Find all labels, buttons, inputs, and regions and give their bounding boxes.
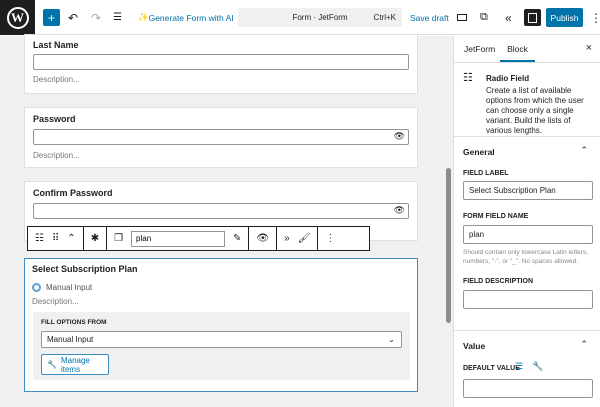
field-description-input[interactable]	[463, 290, 593, 309]
fill-options-label: FILL OPTIONS FROM	[41, 319, 107, 326]
field-description: Description...	[33, 75, 80, 84]
redo-button[interactable]: ↷	[91, 9, 101, 26]
wordpress-icon: W	[6, 6, 29, 29]
field-name-input[interactable]: plan	[463, 225, 593, 244]
wordpress-logo[interactable]: W	[0, 0, 35, 35]
style-group: » 🖌	[277, 227, 319, 250]
chevron-down-icon: ⌄	[388, 335, 395, 344]
copy-icon[interactable]: ❐	[114, 233, 123, 244]
command-palette[interactable]: Form · JetForm Ctrl+K	[238, 8, 402, 27]
block-options-button[interactable]: ⋮	[318, 227, 342, 250]
field-description: Description...	[32, 297, 79, 306]
confirm-password-input[interactable]: 👁	[33, 203, 409, 219]
wrench-icon[interactable]: 🔧	[532, 361, 543, 372]
password-input[interactable]: 👁	[33, 129, 409, 145]
settings-sidebar-toggle[interactable]	[524, 9, 541, 26]
chevron-up-icon[interactable]: ⌃	[580, 339, 588, 350]
field-name-input[interactable]	[131, 230, 226, 247]
radio-option[interactable]: Manual Input	[32, 283, 92, 292]
value-panel-title[interactable]: Value	[463, 341, 485, 351]
collapse-icon[interactable]: «	[505, 9, 512, 26]
required-button[interactable]: ✱	[84, 227, 108, 250]
tab-jetform[interactable]: JetForm	[464, 44, 495, 54]
manage-items-label: Manage items	[60, 355, 90, 374]
eye-icon[interactable]: 👁	[394, 205, 405, 216]
eye-icon: 👁	[256, 233, 270, 244]
field-label: Password	[33, 114, 76, 124]
view-external-icon[interactable]: ⧉	[480, 9, 488, 26]
radio-field-icon: ☷	[463, 72, 473, 84]
database-icon[interactable]: ☰	[515, 361, 523, 372]
close-icon[interactable]: ×	[586, 42, 592, 54]
manage-items-button[interactable]: 🔧 Manage items	[41, 354, 109, 375]
drag-handle-icon[interactable]: ⠿	[52, 233, 59, 244]
field-description: Description...	[33, 151, 80, 160]
field-label: Select Subscription Plan	[32, 264, 138, 274]
radio-option-label: Manual Input	[46, 283, 93, 292]
document-title: Form · JetForm	[292, 13, 348, 22]
default-value-input[interactable]	[463, 379, 593, 398]
magic-wand-icon: ✨	[138, 12, 149, 22]
field-label: Confirm Password	[33, 188, 113, 198]
field-label-input[interactable]: Select Subscription Plan	[463, 181, 593, 200]
add-block-button[interactable]: +	[43, 9, 60, 26]
field-name-help: Should contain only lowercase Latin lett…	[463, 249, 589, 265]
field-description-label: FIELD DESCRIPTION	[463, 278, 534, 285]
last-name-input[interactable]	[33, 54, 409, 70]
document-overview-button[interactable]: ☰	[113, 9, 122, 26]
radio-icon	[32, 283, 41, 292]
more-options-button[interactable]: ⋮	[590, 9, 600, 26]
more-vertical-icon: ⋮	[325, 233, 336, 244]
block-title: Radio Field	[486, 74, 530, 83]
edit-magic-icon[interactable]: ✎	[233, 233, 241, 244]
generate-label: Generate Form with AI	[148, 12, 234, 23]
asterisk-icon: ✱	[90, 233, 100, 244]
brush-icon[interactable]: 🖌	[298, 233, 311, 244]
block-toolbar: ☷⠿⌃ ✱ ❐✎ 👁 »🖌 ⋮	[27, 226, 370, 251]
field-label-label: FIELD LABEL	[463, 170, 509, 177]
general-panel-title[interactable]: General	[463, 147, 495, 157]
block-description: Create a list of available options from …	[486, 86, 584, 135]
settings-sidebar: JetForm Block × ☷ Radio Field Create a l…	[453, 36, 600, 407]
generate-form-ai-button[interactable]: ✨ Generate Form with AI	[138, 9, 234, 26]
top-toolbar: W + ↶ ↷ ☰ ✨ Generate Form with AI Form · …	[0, 0, 600, 35]
preview-device-icon[interactable]	[455, 9, 469, 26]
radio-field-icon[interactable]: ☷	[35, 233, 44, 244]
shortcut-hint: Ctrl+K	[373, 13, 396, 22]
scrollbar-thumb[interactable]	[446, 168, 451, 323]
default-value-label: DEFAULT VALUE	[463, 365, 520, 372]
last-name-field-block[interactable]: Last Name Description...	[24, 34, 418, 94]
undo-button[interactable]: ↶	[68, 9, 78, 26]
tab-block[interactable]: Block	[500, 36, 535, 62]
publish-button[interactable]: Publish	[546, 8, 583, 27]
password-field-block[interactable]: Password 👁 Description...	[24, 107, 418, 168]
save-draft-button[interactable]: Save draft	[410, 9, 449, 26]
wrench-icon: 🔧	[47, 360, 57, 369]
fill-options-panel: FILL OPTIONS FROM Manual Input ⌄ 🔧 Manage …	[33, 312, 410, 380]
eye-icon[interactable]: 👁	[394, 131, 405, 142]
select-value: Manual Input	[47, 335, 94, 344]
block-type-group: ☷ ⠿ ⌃	[28, 227, 84, 250]
double-chevron-icon[interactable]: »	[284, 233, 290, 244]
radio-field-block[interactable]: Select Subscription Plan Manual Input De…	[24, 258, 418, 392]
move-up-down-icon[interactable]: ⌃	[67, 233, 75, 244]
field-name-label: FORM FIELD NAME	[463, 213, 529, 220]
field-label: Last Name	[33, 40, 79, 50]
visibility-button[interactable]: 👁	[249, 227, 278, 250]
name-group: ❐✎	[107, 227, 250, 250]
fill-options-select[interactable]: Manual Input ⌄	[41, 331, 402, 348]
chevron-up-icon[interactable]: ⌃	[580, 145, 588, 156]
